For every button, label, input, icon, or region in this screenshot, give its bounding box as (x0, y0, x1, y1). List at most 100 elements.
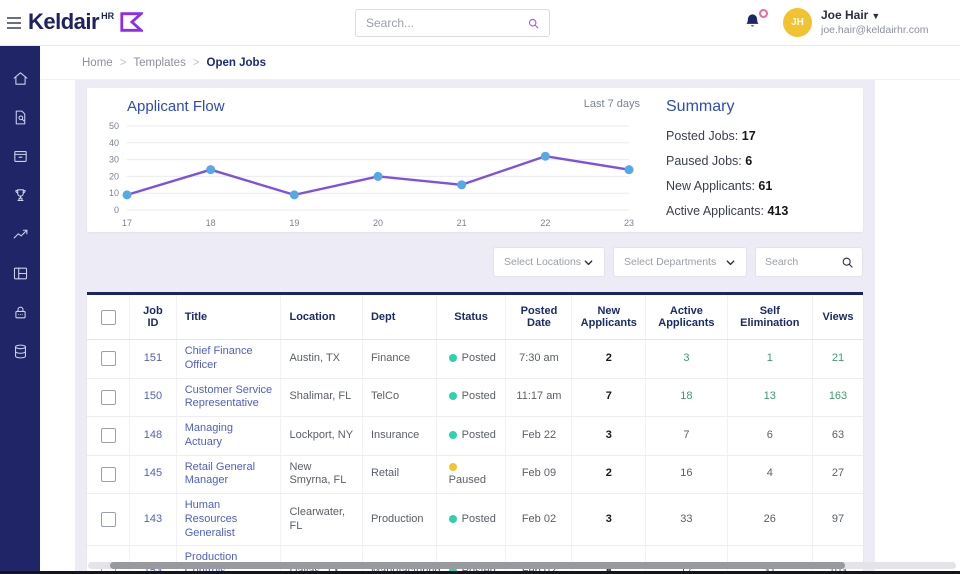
notification-badge (759, 9, 768, 18)
job-id-cell: 145 (130, 455, 177, 494)
jobs-table-body: 151 Chief Finance Officer Austin, TXFinanc… (87, 340, 863, 574)
breadcrumb-separator: > (120, 57, 127, 69)
trend-chart-icon (12, 226, 29, 243)
job-title-cell: Human Resources Generalist (176, 494, 281, 546)
sidebar-item-boards[interactable] (0, 265, 40, 283)
select-all-checkbox[interactable] (101, 310, 116, 325)
row-checkbox[interactable] (101, 428, 116, 443)
posted-date-cell: Feb 22 (506, 417, 572, 456)
row-checkbox-cell (87, 455, 130, 494)
departments-select[interactable]: Select Departments (613, 247, 747, 277)
menu-icon[interactable] (7, 17, 21, 32)
table-row: 143Human Resources GeneralistClearwater,… (87, 494, 863, 546)
dept-cell: Finance (362, 340, 436, 379)
status-cell: Paused (436, 455, 506, 494)
summary-new-applicants: New Applicants: 61 (666, 174, 849, 199)
status-cell: Posted (436, 546, 506, 574)
brand-name: Keldair (28, 9, 99, 35)
new-applicants-cell: 2 (572, 340, 646, 379)
column-header: Status (436, 295, 506, 340)
self-elimination-cell: 13 (727, 378, 812, 417)
svg-text:17: 17 (122, 218, 132, 228)
job-title-cell: Managing Actuary (176, 417, 281, 456)
views-cell: 63 (812, 417, 863, 456)
job-id-cell: 150 (130, 378, 177, 417)
job-id-cell: 153 (130, 546, 177, 574)
row-checkbox[interactable] (101, 512, 116, 527)
app-logo[interactable]: Keldair HR (28, 9, 143, 35)
sidebar-item-home[interactable] (0, 70, 40, 88)
job-title-link[interactable]: Customer Service Representative (185, 384, 272, 410)
status-cell: Posted (436, 378, 506, 417)
breadcrumb: Home > Templates > Open Jobs (40, 46, 960, 80)
status-cell: Posted (436, 340, 506, 379)
table-row: 151 Chief Finance Officer Austin, TXFinanc… (87, 340, 863, 379)
svg-text:23: 23 (624, 218, 634, 228)
job-id-link[interactable]: 150 (144, 390, 162, 402)
search-icon[interactable] (527, 16, 540, 31)
dept-cell: Manufacturing (362, 546, 436, 574)
job-title-link[interactable]: Human Resources Generalist (185, 499, 238, 539)
new-applicants-cell: 3 (572, 417, 646, 456)
svg-text:50: 50 (109, 121, 119, 131)
location-cell: Austin, TX (281, 340, 362, 379)
svg-text:30: 30 (109, 155, 119, 165)
horizontal-scrollbar-thumb[interactable] (110, 562, 845, 569)
row-checkbox-cell (87, 378, 130, 417)
status-cell: Posted (436, 494, 506, 546)
notifications-button[interactable] (744, 12, 766, 34)
jobs-table-head-row: Job IDTitleLocationDeptStatusPosted Date… (87, 295, 863, 340)
sidebar-item-reports[interactable] (0, 226, 40, 244)
job-id-link[interactable]: 148 (144, 429, 162, 441)
dept-cell: Production (362, 494, 436, 546)
active-applicants-cell: 7 (646, 417, 727, 456)
select-all-cell (87, 295, 130, 340)
views-cell: 27 (812, 455, 863, 494)
column-header: Self Elimination (727, 295, 812, 340)
main-panel: Applicant Flow Last 7 days 0102030405017… (75, 80, 875, 574)
open-jobs-table-card: Job IDTitleLocationDeptStatusPosted Date… (87, 292, 863, 574)
new-applicants-cell: 7 (572, 378, 646, 417)
chevron-down-icon (583, 257, 594, 268)
column-header: Title (176, 295, 281, 340)
dept-cell: Retail (362, 455, 436, 494)
column-header: Active Applicants (646, 295, 727, 340)
avatar: JH (783, 8, 812, 37)
breadcrumb-home[interactable]: Home (82, 57, 113, 69)
row-checkbox[interactable] (101, 390, 116, 405)
job-title-link[interactable]: Managing Actuary (185, 422, 233, 448)
locations-select[interactable]: Select Locations (493, 247, 605, 277)
sidebar-item-job-search[interactable] (0, 109, 40, 127)
job-id-link[interactable]: 151 (144, 352, 162, 364)
breadcrumb-templates[interactable]: Templates (133, 57, 185, 69)
status-dot (449, 392, 457, 400)
svg-text:22: 22 (540, 218, 550, 228)
global-search (355, 9, 550, 37)
sidebar-item-awards[interactable] (0, 187, 40, 205)
open-jobs-table: Job IDTitleLocationDeptStatusPosted Date… (87, 295, 863, 574)
row-checkbox[interactable] (101, 467, 116, 482)
posted-date-cell: Feb 02 (506, 546, 572, 574)
column-header: Job ID (130, 295, 177, 340)
global-search-input[interactable] (356, 16, 527, 30)
location-cell: Shalimar, FL (281, 378, 362, 417)
row-checkbox[interactable] (101, 351, 116, 366)
horizontal-scrollbar-track[interactable] (88, 562, 956, 569)
new-applicants-cell: 2 (572, 455, 646, 494)
search-icon[interactable] (841, 256, 854, 269)
sidebar-item-security[interactable] (0, 304, 40, 322)
sidebar-nav (0, 46, 40, 574)
job-title-link[interactable]: Chief Finance Officer (185, 345, 253, 371)
job-title-link[interactable]: Retail General Manager (185, 461, 255, 487)
job-id-link[interactable]: 143 (144, 513, 162, 525)
sidebar-item-database[interactable] (0, 343, 40, 361)
user-menu[interactable]: JH Joe Hair▼ joe.hair@keldairhr.com (783, 8, 929, 37)
sidebar-item-archive[interactable] (0, 148, 40, 166)
job-id-link[interactable]: 145 (144, 467, 162, 479)
svg-text:40: 40 (109, 138, 119, 148)
status-dot (449, 431, 457, 439)
table-search (755, 247, 863, 277)
user-name: Joe Hair▼ (821, 8, 929, 24)
table-search-input[interactable] (756, 256, 841, 268)
job-title-cell: Production Controls Specialist (176, 546, 281, 574)
